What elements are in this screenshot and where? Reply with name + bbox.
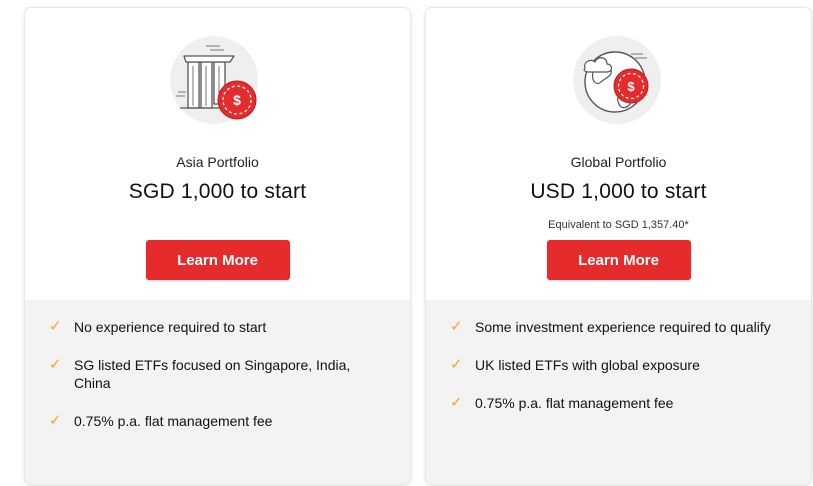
feature-text: 0.75% p.a. flat management fee <box>475 395 674 411</box>
feature-item: ✓ 0.75% p.a. flat management fee <box>426 394 811 412</box>
global-portfolio-card: $ Global Portfolio USD 1,000 to start Eq… <box>426 8 811 484</box>
portfolio-title: Asia Portfolio <box>176 154 259 170</box>
check-icon: ✓ <box>49 356 62 373</box>
feature-text: No experience required to start <box>74 319 267 335</box>
asia-portfolio-card: $ Asia Portfolio SGD 1,000 to start Lear… <box>25 8 410 484</box>
check-icon: ✓ <box>49 318 62 335</box>
feature-text: UK listed ETFs with global exposure <box>475 357 700 373</box>
currency-equivalent-note: Equivalent to SGD 1,357.40* <box>548 219 689 231</box>
learn-more-button[interactable]: Learn More <box>546 240 691 280</box>
feature-text: Some investment experience required to q… <box>475 319 771 335</box>
minimum-investment: USD 1,000 to start <box>530 180 707 203</box>
feature-item: ✓ No experience required to start <box>25 318 410 336</box>
svg-text:$: $ <box>627 79 635 94</box>
learn-more-button[interactable]: Learn More <box>145 240 290 280</box>
feature-item: ✓ Some investment experience required to… <box>426 318 811 336</box>
feature-text: 0.75% p.a. flat management fee <box>74 413 273 429</box>
feature-item: ✓ UK listed ETFs with global exposure <box>426 356 811 374</box>
minimum-investment: SGD 1,000 to start <box>128 180 307 203</box>
feature-text: SG listed ETFs focused on Singapore, Ind… <box>74 357 351 391</box>
globe-coin-icon: $ <box>572 36 661 124</box>
feature-item: ✓ 0.75% p.a. flat management fee <box>25 412 410 430</box>
card-header: $ Asia Portfolio SGD 1,000 to start Lear… <box>25 8 410 300</box>
marina-bay-sands-coin-icon: $ <box>169 36 258 124</box>
check-icon: ✓ <box>450 356 463 373</box>
check-icon: ✓ <box>450 318 463 335</box>
check-icon: ✓ <box>450 394 463 411</box>
portfolio-title: Global Portfolio <box>570 154 667 170</box>
svg-text:$: $ <box>233 92 241 108</box>
check-icon: ✓ <box>49 412 62 429</box>
feature-list: ✓ Some investment experience required to… <box>426 300 811 484</box>
card-header: $ Global Portfolio USD 1,000 to start Eq… <box>426 8 811 300</box>
feature-item: ✓ SG listed ETFs focused on Singapore, I… <box>25 356 410 392</box>
feature-list: ✓ No experience required to start ✓ SG l… <box>25 300 410 484</box>
